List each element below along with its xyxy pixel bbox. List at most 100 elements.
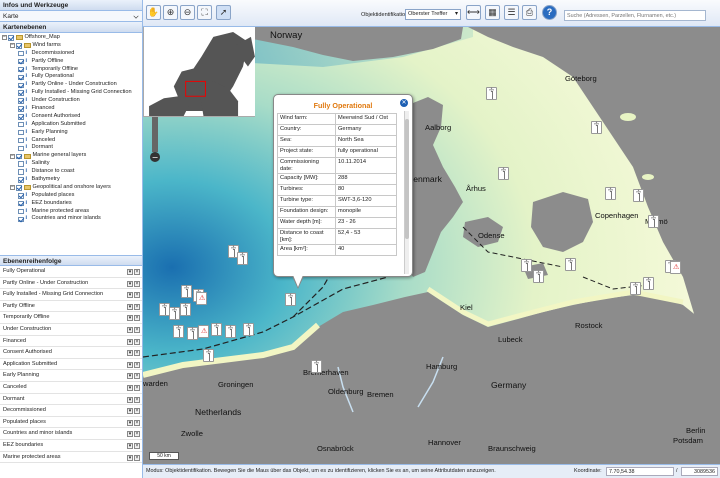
full-extent-icon[interactable]: ⛶ [197, 5, 212, 20]
layer-options-icon[interactable]: ▾ [127, 408, 133, 415]
info-icon[interactable]: i [26, 81, 29, 89]
coordinate-lonlat-field[interactable]: 7.70,54.38 [606, 467, 674, 476]
layer-checkbox[interactable] [18, 66, 24, 73]
wind-farm-icon[interactable] [565, 258, 576, 271]
remove-layer-icon[interactable]: × [134, 442, 140, 449]
layer-options-icon[interactable]: ▾ [127, 350, 133, 357]
expand-toggle-icon[interactable]: − [10, 185, 15, 191]
info-icon[interactable]: i [26, 176, 29, 184]
expand-toggle-icon[interactable]: − [2, 35, 7, 41]
layer-checkbox[interactable] [18, 145, 24, 152]
layer-options-icon[interactable]: ▾ [127, 419, 133, 426]
wind-farm-icon[interactable] [648, 215, 659, 228]
layer-order-item[interactable]: Application Submitted ▾ × [0, 359, 142, 371]
selected-wind-farm-icon[interactable] [285, 293, 296, 306]
info-icon[interactable]: i [26, 66, 29, 74]
remove-layer-icon[interactable]: × [134, 419, 140, 426]
layer-checkbox[interactable] [18, 98, 24, 104]
remove-layer-icon[interactable]: × [134, 431, 140, 438]
layer-options-icon[interactable]: ▾ [127, 269, 133, 275]
layer-order-item[interactable]: Financed ▾ × [0, 336, 142, 348]
layer-options-icon[interactable]: ▾ [127, 373, 133, 380]
info-icon[interactable]: i [26, 58, 29, 66]
help-icon[interactable]: ? [542, 5, 557, 20]
layer-options-icon[interactable]: ▾ [127, 303, 133, 310]
layer-options-icon[interactable]: ▾ [127, 384, 133, 391]
info-icon[interactable]: i [26, 137, 29, 145]
remove-layer-icon[interactable]: × [134, 269, 140, 275]
layer-order-item[interactable]: Temporarily Offline ▾ × [0, 312, 142, 324]
layer-tree-item[interactable]: i Under Construction [0, 97, 142, 105]
layer-order-item[interactable]: Decommissioned ▾ × [0, 405, 142, 417]
wind-farm-icon[interactable] [630, 282, 641, 295]
layer-tree-item[interactable]: i Fully Operational [0, 73, 142, 81]
info-icon[interactable]: i [26, 97, 29, 105]
layer-tree-item[interactable]: i Salinity [0, 160, 142, 168]
layer-order-item[interactable]: Canceled ▾ × [0, 382, 142, 394]
layer-checkbox[interactable] [18, 177, 24, 183]
layer-order-item[interactable]: Fully Operational ▾ × [0, 266, 142, 278]
layer-checkbox[interactable] [18, 137, 24, 144]
layer-options-icon[interactable]: ▾ [127, 292, 133, 299]
layer-tree-item[interactable]: i Partly Offline [0, 58, 142, 66]
map-select[interactable]: Karte [0, 11, 142, 22]
wind-farm-icon[interactable] [237, 252, 248, 265]
measure-distance-icon[interactable]: ⟷ [466, 5, 481, 20]
layer-tree-item[interactable]: i Countries and minor islands [0, 215, 142, 223]
layer-options-icon[interactable]: ▾ [127, 338, 133, 345]
layer-order-item[interactable]: Under Construction ▾ × [0, 324, 142, 336]
layer-order-item[interactable]: Partly Offline ▾ × [0, 301, 142, 313]
wind-farm-icon[interactable] [521, 259, 532, 272]
layer-order-item[interactable]: Countries and minor islands ▾ × [0, 428, 142, 440]
layer-tree-item[interactable]: − Offshore_Map [0, 34, 142, 42]
info-icon[interactable]: i [26, 105, 29, 113]
layer-checkbox[interactable] [16, 43, 22, 49]
remove-layer-icon[interactable]: × [134, 408, 140, 415]
wind-farm-icon[interactable] [187, 327, 198, 340]
layer-tree-item[interactable]: i Marine protected areas [0, 208, 142, 216]
measure-area-icon[interactable]: ▦ [485, 5, 500, 20]
layer-checkbox[interactable] [18, 50, 24, 57]
remove-layer-icon[interactable]: × [134, 315, 140, 322]
wind-farm-icon[interactable] [643, 277, 654, 290]
remove-layer-icon[interactable]: × [134, 373, 140, 380]
info-icon[interactable]: i [26, 160, 29, 168]
chevron-down-icon[interactable] [133, 13, 139, 19]
layer-tree-item[interactable]: i Distance to coast [0, 168, 142, 176]
layer-order-item[interactable]: Populated places ▾ × [0, 417, 142, 429]
wind-farm-icon[interactable] [605, 187, 616, 200]
wind-farm-icon[interactable] [533, 270, 544, 283]
remove-layer-icon[interactable]: × [134, 396, 140, 403]
pan-hand-icon[interactable]: ✋ [146, 5, 161, 20]
remove-layer-icon[interactable]: × [134, 292, 140, 299]
print-icon[interactable]: ⎙ [522, 5, 537, 20]
remove-layer-icon[interactable]: × [134, 454, 140, 461]
layer-checkbox[interactable] [18, 193, 24, 199]
layer-order-item[interactable]: Partly Online - Under Construction ▾ × [0, 278, 142, 290]
layer-tree-item[interactable]: i Populated places [0, 192, 142, 200]
layer-order-item[interactable]: Marine protected areas ▾ × [0, 452, 142, 464]
map-canvas[interactable]: + − Norway Göteborg Aalborg Denmark Århu… [143, 27, 720, 464]
layer-options-icon[interactable]: ▾ [127, 280, 133, 287]
layer-tree-item[interactable]: − Geopolitical and onshore layers [0, 184, 142, 192]
info-icon[interactable]: i [26, 113, 29, 121]
info-icon[interactable]: i [26, 208, 29, 216]
layer-checkbox[interactable] [18, 169, 24, 175]
info-icon[interactable]: i [26, 215, 29, 223]
layer-tree-item[interactable]: i Dormant [0, 144, 142, 152]
layer-tree-item[interactable]: i Bathymetry [0, 176, 142, 184]
remove-layer-icon[interactable]: × [134, 384, 140, 391]
coordinate-projected-field[interactable]: 3089536 [681, 467, 718, 476]
layer-checkbox[interactable] [18, 58, 24, 65]
info-icon[interactable]: i [26, 192, 29, 200]
info-icon[interactable]: i [26, 121, 29, 129]
wind-farm-icon[interactable] [486, 87, 497, 100]
wind-farm-icon[interactable] [633, 189, 644, 202]
layer-tree-item[interactable]: i Consent Authorised [0, 113, 142, 121]
layer-checkbox[interactable] [8, 35, 14, 41]
wind-farm-icon[interactable] [211, 323, 222, 336]
layer-tree-item[interactable]: i Canceled [0, 137, 142, 145]
remove-layer-icon[interactable]: × [134, 361, 140, 368]
remove-layer-icon[interactable]: × [134, 350, 140, 357]
layer-order-item[interactable]: Early Planning ▾ × [0, 370, 142, 382]
